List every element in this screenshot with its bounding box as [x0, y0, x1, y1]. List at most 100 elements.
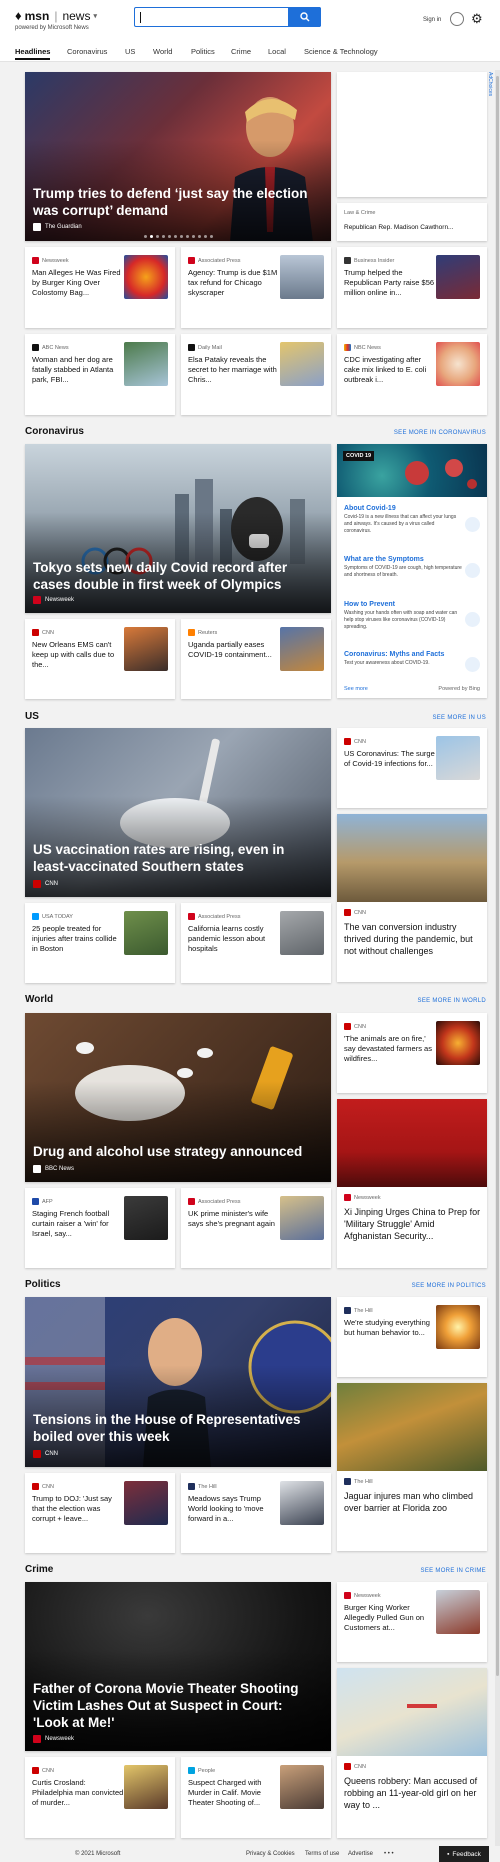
- see-more-politics-link[interactable]: SEE MORE IN POLITICS: [412, 1283, 486, 1289]
- tab-science-technology[interactable]: Science & Technology: [304, 47, 378, 56]
- card-source: Associated Press: [188, 913, 241, 920]
- news-card[interactable]: AFP Staging French football curtain rais…: [25, 1188, 175, 1268]
- tab-coronavirus[interactable]: Coronavirus: [67, 47, 107, 56]
- us-hero-card[interactable]: US vaccination rates are rising, even in…: [25, 728, 331, 897]
- covid-item-heading[interactable]: About Covid-19: [344, 505, 462, 512]
- tall-news-card[interactable]: Newsweek Xi Jinping Urges China to Prep …: [337, 1099, 487, 1268]
- news-card[interactable]: The Hill We're studying everything but h…: [337, 1297, 487, 1377]
- tall-news-card[interactable]: CNN The van conversion industry thrived …: [337, 814, 487, 982]
- sign-in-link[interactable]: Sign in: [423, 17, 441, 23]
- news-card[interactable]: Associated Press UK prime minister's wif…: [181, 1188, 331, 1268]
- carousel-dot[interactable]: [191, 235, 195, 238]
- hero-title[interactable]: Trump tries to defend ‘just say the elec…: [33, 185, 321, 219]
- category-nav: Headlines Coronavirus US World Politics …: [0, 42, 500, 62]
- reuters-logo-icon: [188, 629, 195, 636]
- news-card[interactable]: The Hill Meadows says Trump World lookin…: [181, 1473, 331, 1553]
- carousel-dot[interactable]: [179, 235, 183, 238]
- tab-politics[interactable]: Politics: [191, 47, 215, 56]
- more-options-icon[interactable]: • • •: [384, 1851, 394, 1857]
- news-card[interactable]: CNN Curtis Crosland: Philadelphia man co…: [25, 1757, 175, 1838]
- headline-hero-card[interactable]: Trump tries to defend ‘just say the elec…: [25, 72, 331, 241]
- see-more-coronavirus-link[interactable]: SEE MORE IN CORONAVIRUS: [394, 430, 486, 436]
- politics-hero-card[interactable]: Tensions in the House of Representatives…: [25, 1297, 331, 1467]
- covid-item-heading[interactable]: Coronavirus: Myths and Facts: [344, 651, 462, 658]
- adchoices-link[interactable]: AdChoices: [487, 72, 493, 96]
- carousel-dot[interactable]: [161, 235, 165, 238]
- nbc-logo-icon: [344, 344, 351, 351]
- gear-icon[interactable]: ⚙: [471, 12, 483, 26]
- hero-source-name: Newsweek: [45, 1736, 75, 1742]
- news-card[interactable]: Reuters Uganda partially eases COVID-19 …: [181, 619, 331, 699]
- see-more-crime-link[interactable]: SEE MORE IN CRIME: [421, 1568, 486, 1574]
- scrollbar-thumb[interactable]: [496, 76, 499, 1676]
- covid-myths-item[interactable]: Coronavirus: Myths and Facts Test your a…: [344, 651, 462, 667]
- hero-title[interactable]: Tokyo sets new daily Covid record after …: [33, 559, 321, 593]
- tab-headlines[interactable]: Headlines: [15, 47, 51, 60]
- tall-news-card[interactable]: The Hill Jaguar injures man who climbed …: [337, 1383, 487, 1551]
- hero-title[interactable]: Drug and alcohol use strategy announced: [33, 1143, 321, 1160]
- covid-about-item[interactable]: About Covid-19 Covid-19 is a new illness…: [344, 505, 462, 535]
- news-card[interactable]: Business Insider Trump helped the Republ…: [337, 247, 487, 328]
- source-name: NBC News: [354, 344, 381, 351]
- covid-item-heading[interactable]: How to Prevent: [344, 601, 462, 608]
- news-card[interactable]: CNN Trump to DOJ: 'Just say that the ele…: [25, 1473, 175, 1553]
- advertise-link[interactable]: Advertise: [348, 1851, 373, 1857]
- carousel-dots[interactable]: [25, 235, 331, 238]
- crime-hero-card[interactable]: Father of Corona Movie Theater Shooting …: [25, 1582, 331, 1751]
- news-card[interactable]: NBC News CDC investigating after cake mi…: [337, 334, 487, 415]
- news-card[interactable]: Associated Press California learns costl…: [181, 903, 331, 983]
- news-card[interactable]: Associated Press Agency: Trump is due $1…: [181, 247, 331, 328]
- news-card[interactable]: ABC News Woman and her dog are fatally s…: [25, 334, 175, 415]
- tab-world[interactable]: World: [153, 47, 172, 56]
- news-card[interactable]: Newsweek Man Alleges He Was Fired by Bur…: [25, 247, 175, 328]
- section-heading-us[interactable]: US: [25, 711, 39, 722]
- hero-title[interactable]: US vaccination rates are rising, even in…: [33, 841, 321, 875]
- see-more-us-link[interactable]: SEE MORE IN US: [432, 715, 486, 721]
- msn-logo[interactable]: ♦ msn | news ▾: [15, 8, 97, 23]
- covid-see-more-link[interactable]: See more: [344, 686, 368, 692]
- carousel-dot[interactable]: [173, 235, 177, 238]
- carousel-dot[interactable]: [185, 235, 189, 238]
- tall-news-card[interactable]: CNN Queens robbery: Man accused of robbi…: [337, 1668, 487, 1838]
- section-heading-world[interactable]: World: [25, 994, 53, 1005]
- tab-local[interactable]: Local: [268, 47, 286, 56]
- carousel-dot[interactable]: [203, 235, 207, 238]
- side-news-card[interactable]: Law & Crime Republican Rep. Madison Cawt…: [337, 203, 487, 241]
- see-more-world-link[interactable]: SEE MORE IN WORLD: [418, 998, 486, 1004]
- section-heading-crime[interactable]: Crime: [25, 1564, 53, 1575]
- hero-title[interactable]: Tensions in the House of Representatives…: [33, 1411, 321, 1445]
- carousel-dot[interactable]: [155, 235, 159, 238]
- tab-crime[interactable]: Crime: [231, 47, 251, 56]
- carousel-dot[interactable]: [197, 235, 201, 238]
- hero-title[interactable]: Father of Corona Movie Theater Shooting …: [33, 1680, 321, 1731]
- section-name: news: [62, 8, 91, 23]
- section-heading-politics[interactable]: Politics: [25, 1279, 61, 1290]
- news-card[interactable]: CNN New Orleans EMS can't keep up with c…: [25, 619, 175, 699]
- covid-item-heading[interactable]: What are the Symptoms: [344, 556, 462, 563]
- tab-us[interactable]: US: [125, 47, 135, 56]
- covid-symptoms-item[interactable]: What are the Symptoms Symptoms of COVID-…: [344, 556, 462, 579]
- news-card[interactable]: People Suspect Charged with Murder in Ca…: [181, 1757, 331, 1838]
- news-card[interactable]: Daily Mail Elsa Pataky reveals the secre…: [181, 334, 331, 415]
- privacy-link[interactable]: Privacy & Cookies: [246, 1851, 295, 1857]
- news-card[interactable]: USA TODAY 25 people treated for injuries…: [25, 903, 175, 983]
- page-scrollbar[interactable]: [495, 70, 500, 1862]
- covid-prevent-item[interactable]: How to Prevent Washing your hands often …: [344, 601, 462, 631]
- carousel-dot[interactable]: [149, 235, 153, 238]
- carousel-dot[interactable]: [209, 235, 213, 238]
- feedback-button[interactable]: ▪ Feedback: [439, 1846, 489, 1862]
- ad-slot[interactable]: [337, 72, 487, 197]
- chevron-down-icon[interactable]: ▾: [93, 12, 97, 20]
- news-card[interactable]: Newsweek Burger King Worker Allegedly Pu…: [337, 1582, 487, 1662]
- coronavirus-hero-card[interactable]: Tokyo sets new daily Covid record after …: [25, 444, 331, 613]
- carousel-dot[interactable]: [143, 235, 147, 238]
- search-button[interactable]: [288, 7, 321, 27]
- section-heading-coronavirus[interactable]: Coronavirus: [25, 426, 84, 437]
- news-card[interactable]: CNN 'The animals are on fire,' say devas…: [337, 1013, 487, 1093]
- avatar-icon[interactable]: [450, 12, 464, 26]
- terms-link[interactable]: Terms of use: [305, 1851, 339, 1857]
- virus-illustration: [405, 459, 477, 489]
- world-hero-card[interactable]: Drug and alcohol use strategy announced …: [25, 1013, 331, 1182]
- news-card[interactable]: CNN US Coronavirus: The surge of Covid-1…: [337, 728, 487, 808]
- carousel-dot[interactable]: [167, 235, 171, 238]
